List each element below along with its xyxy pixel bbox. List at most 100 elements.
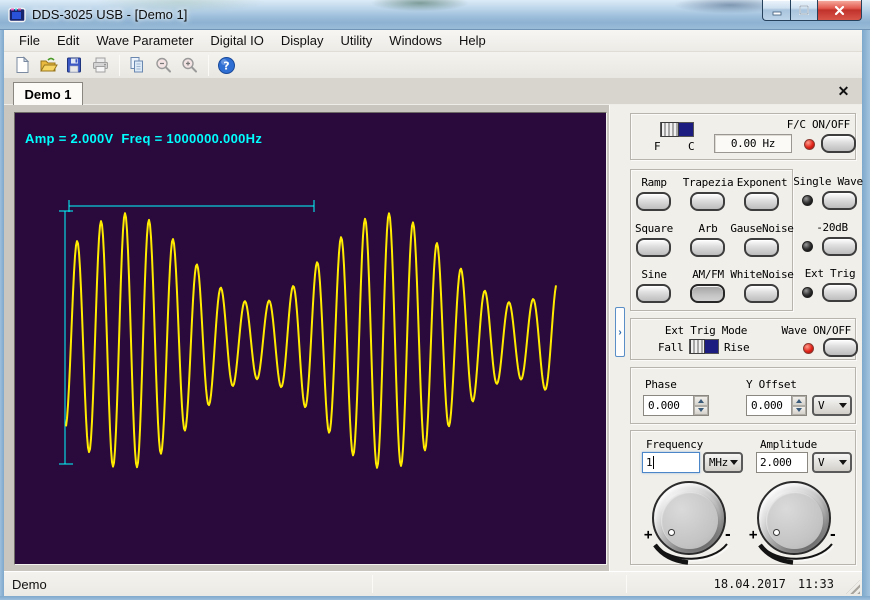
fc-frequency-display: 0.00 Hz [714, 134, 792, 153]
menubar: File Edit Wave Parameter Digital IO Disp… [4, 30, 862, 52]
menu-item-edit[interactable]: Edit [50, 31, 86, 50]
menu-item-windows[interactable]: Windows [382, 31, 449, 50]
trig-mode-slider[interactable] [689, 339, 719, 354]
phase-value: 0.000 [644, 396, 693, 415]
fc-group: F C 0.00 Hz F/C ON/OFF [630, 113, 856, 160]
ramp-button[interactable] [636, 192, 671, 211]
waveform-canvas [15, 113, 606, 564]
tabbar: Demo 1 ✕ [4, 79, 862, 105]
ext-trig-led [802, 287, 813, 298]
zoom-in-button[interactable] [177, 54, 201, 77]
single-wave-led [802, 195, 813, 206]
help-button[interactable]: ? [214, 54, 238, 77]
status-time: 11:33 [798, 577, 834, 591]
wave-onoff-button[interactable] [823, 338, 858, 357]
dropdown-arrow-icon [839, 460, 847, 469]
y-offset-unit-select[interactable]: V [812, 395, 852, 416]
square-button[interactable] [636, 238, 671, 257]
amplitude-input[interactable]: 2.000 [756, 452, 808, 473]
app-icon [8, 6, 27, 23]
fc-onoff-button[interactable] [821, 134, 856, 153]
menu-item-utility[interactable]: Utility [334, 31, 380, 50]
fc-label-c: C [688, 140, 694, 153]
phase-spinner-down[interactable] [694, 406, 708, 416]
copy-icon [128, 56, 146, 74]
amplitude-knob[interactable]: + - [749, 475, 841, 567]
tab-demo-1[interactable]: Demo 1 [13, 82, 83, 105]
y-offset-label: Y Offset [746, 378, 797, 391]
ramp-label: Ramp [641, 176, 666, 189]
amplitude-label: Amplitude [760, 438, 817, 451]
menu-item-file[interactable]: File [12, 31, 47, 50]
copy-button[interactable] [125, 54, 149, 77]
frequency-unit-select[interactable]: MHz [703, 452, 743, 473]
minimize-button[interactable] [762, 0, 790, 21]
print-icon [91, 56, 110, 74]
amfm-button[interactable] [690, 284, 725, 303]
status-date: 18.04.2017 [714, 577, 786, 591]
minus20db-button[interactable] [822, 237, 857, 256]
statusbar-divider [372, 575, 373, 593]
frequency-label: Frequency [646, 438, 703, 451]
amplitude-unit: V [814, 456, 839, 469]
phase-spinner-up[interactable] [694, 396, 708, 406]
open-file-button[interactable] [36, 54, 60, 77]
exponent-label: Exponent [737, 176, 788, 189]
close-button[interactable] [818, 0, 862, 21]
new-file-icon [13, 56, 31, 74]
scope-display: Amp = 2.000V Freq = 1000000.000Hz [14, 112, 607, 565]
menu-item-help[interactable]: Help [452, 31, 493, 50]
help-icon: ? [217, 56, 236, 75]
trapezia-label: Trapezia [683, 176, 734, 189]
sine-button[interactable] [636, 284, 671, 303]
single-wave-label: Single Wave [793, 175, 863, 188]
toolbar-separator [119, 55, 120, 76]
client-area: Amp = 2.000V Freq = 1000000.000Hz › F C … [4, 105, 862, 571]
menu-item-digital-io[interactable]: Digital IO [203, 31, 270, 50]
fc-slider[interactable] [660, 122, 694, 137]
frequency-group: Frequency 1 MHz Amplitude 2.000 V [630, 430, 856, 565]
menu-item-display[interactable]: Display [274, 31, 331, 50]
mdi-close-button[interactable]: ✕ [835, 83, 852, 100]
app-window: DDS-3025 USB - [Demo 1] File Edit Wave P… [0, 0, 870, 600]
knob-indicator-dot [773, 529, 780, 536]
statusbar: Demo 18.04.2017 11:33 [4, 571, 862, 596]
whitenoise-button[interactable] [744, 284, 779, 303]
frequency-knob[interactable]: + - [644, 475, 736, 567]
frequency-input[interactable]: 1 [642, 452, 700, 473]
scope-readout: Amp = 2.000V Freq = 1000000.000Hz [25, 131, 262, 146]
new-file-button[interactable] [10, 54, 34, 77]
phase-input[interactable]: 0.000 [643, 395, 709, 416]
amplitude-unit-select[interactable]: V [812, 452, 852, 473]
phase-label: Phase [645, 378, 677, 391]
print-button[interactable] [88, 54, 112, 77]
exponent-button[interactable] [744, 192, 779, 211]
dropdown-arrow-icon [839, 403, 847, 412]
fc-slider-thumb[interactable] [661, 122, 679, 137]
arb-label: Arb [699, 222, 718, 235]
y-offset-input[interactable]: 0.000 [746, 395, 807, 416]
zoom-out-button[interactable] [151, 54, 175, 77]
menu-item-wave-parameter[interactable]: Wave Parameter [89, 31, 200, 50]
knob-indicator-dot [668, 529, 675, 536]
gausenoise-button[interactable] [744, 238, 779, 257]
maximize-button[interactable] [790, 0, 818, 21]
y-offset-spinner-down[interactable] [792, 406, 806, 416]
single-wave-button[interactable] [822, 191, 857, 210]
fall-label: Fall [658, 341, 683, 354]
zoom-out-icon [154, 56, 172, 74]
text-caret [653, 456, 654, 469]
knob-arc [751, 537, 837, 565]
save-file-button[interactable] [62, 54, 86, 77]
whitenoise-label: WhiteNoise [730, 268, 793, 281]
titlebar: DDS-3025 USB - [Demo 1] [0, 0, 870, 30]
y-offset-spinner-up[interactable] [792, 396, 806, 406]
window-border-bottom [0, 596, 870, 600]
trapezia-button[interactable] [690, 192, 725, 211]
trig-mode-slider-thumb[interactable] [690, 339, 705, 354]
window-border-right [862, 30, 870, 596]
resize-grip[interactable] [846, 580, 860, 594]
arb-button[interactable] [690, 238, 725, 257]
panel-splitter-handle[interactable]: › [615, 307, 625, 357]
ext-trig-button[interactable] [822, 283, 857, 302]
